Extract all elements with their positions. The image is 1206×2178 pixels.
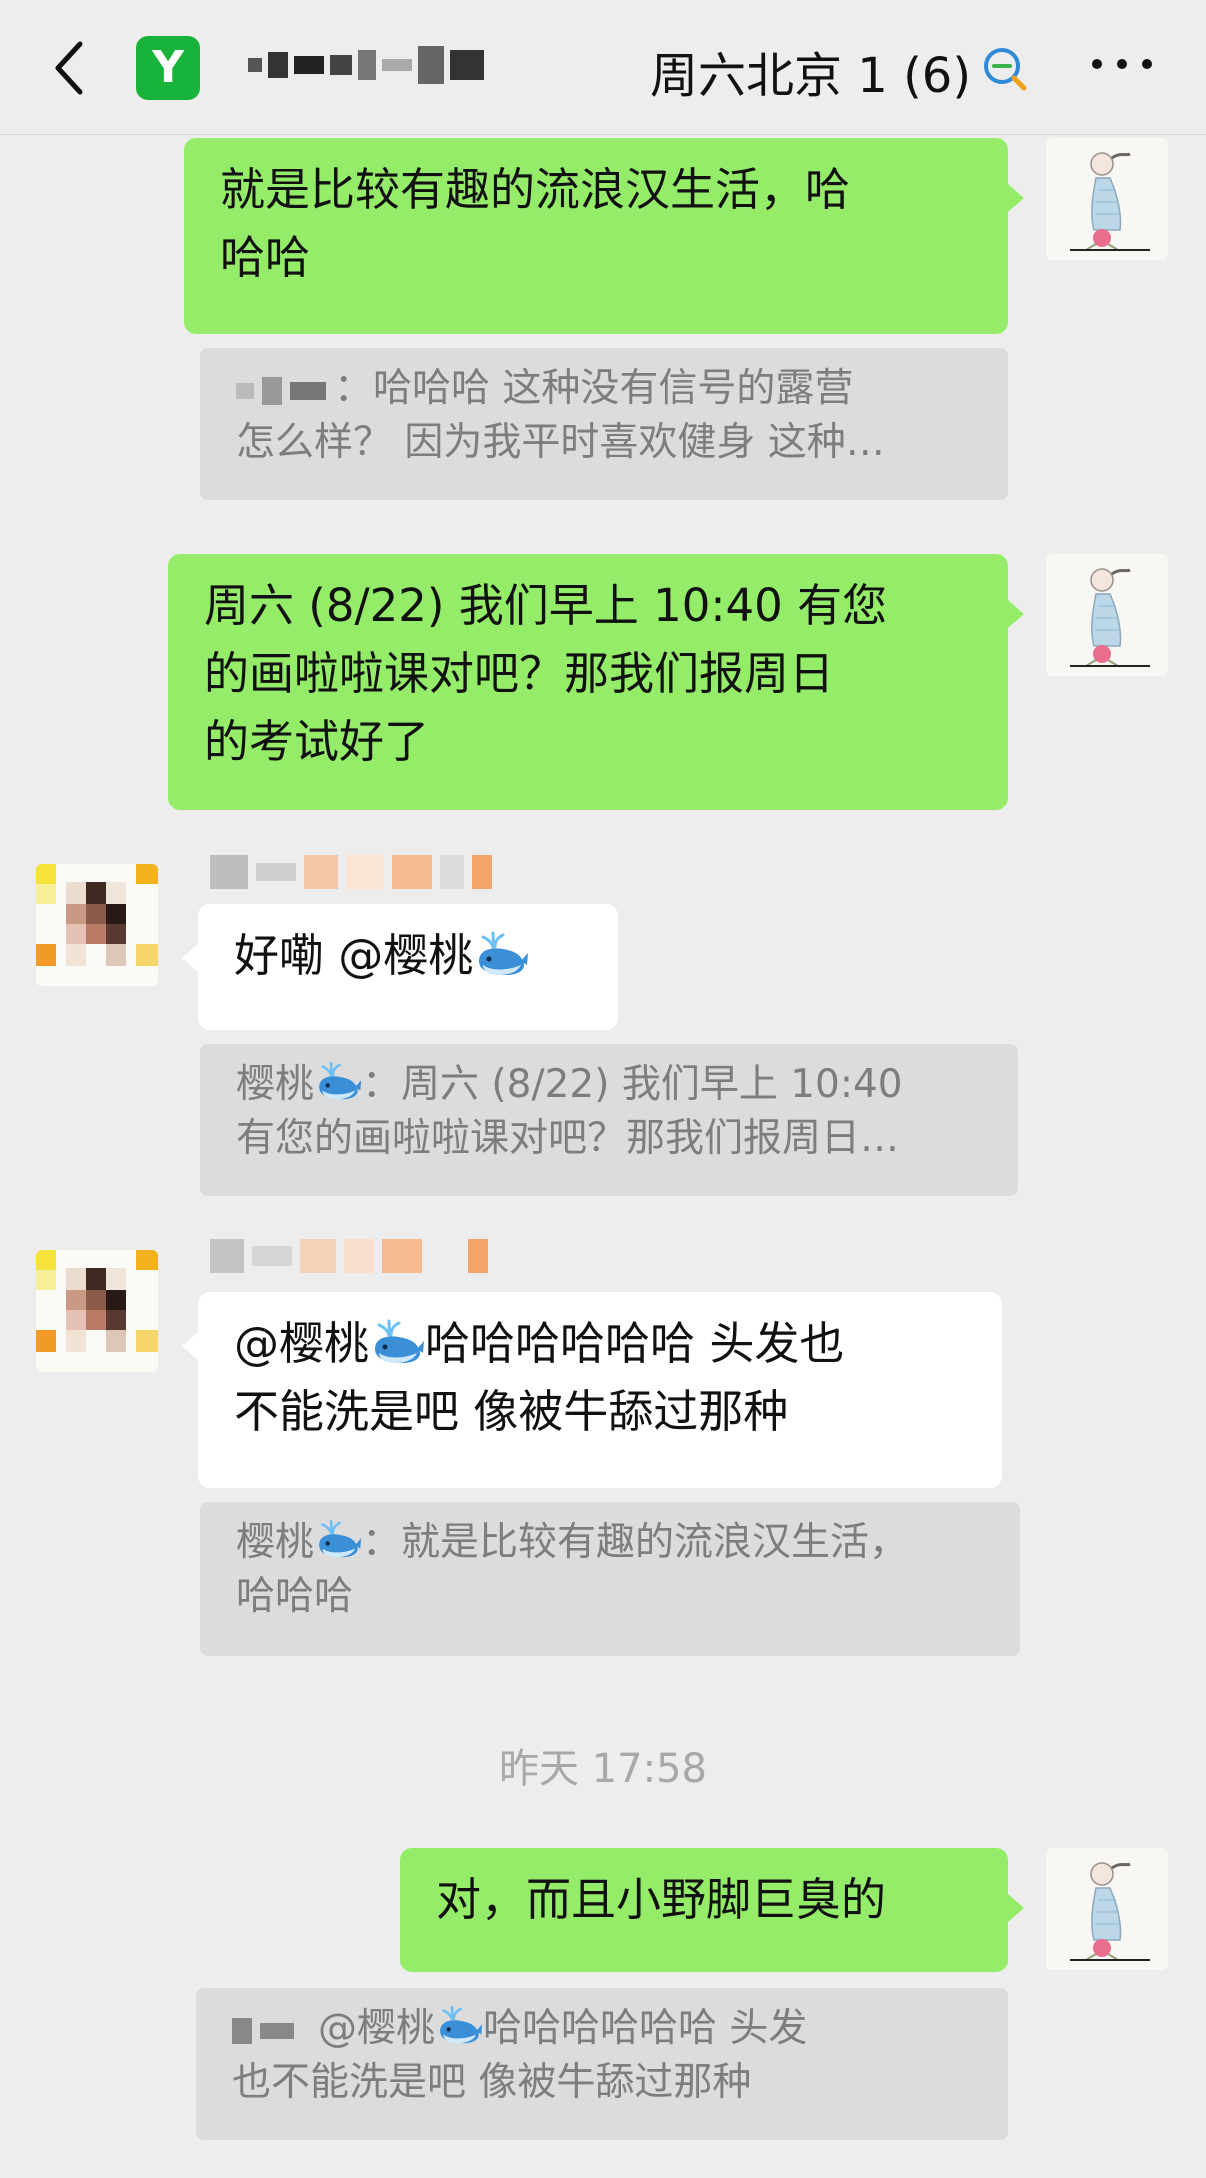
avatar-image [1046, 138, 1168, 260]
redacted-group-name [248, 46, 484, 84]
quoted-reply[interactable]: ：哈哈哈 这种没有信号的露营 怎么样？ 因为我平时喜欢健身 这种… [200, 348, 1008, 500]
redacted-sender-name [210, 852, 492, 892]
message-text: 的考试好了 [204, 715, 430, 768]
member-count: (6) [903, 48, 972, 104]
avatar[interactable] [1046, 138, 1168, 260]
message-bubble-mine[interactable]: 就是比较有趣的流浪汉生活，哈 哈哈 [184, 138, 1024, 334]
message-bubble-other[interactable]: 好嘞 @樱桃 [182, 904, 618, 1030]
message-bubble-mine[interactable]: 周六 (8/22) 我们早上 10:40 有您 的画啦啦课对吧？那我们报周日 的… [168, 554, 1024, 810]
message-bubble-mine[interactable]: 对，而且小野脚巨臭的 [400, 1848, 1024, 1972]
app-logo-icon: Y [136, 36, 200, 100]
avatar[interactable] [1046, 1848, 1168, 1970]
message-text: 周六 (8/22) 我们早上 10:40 有您 [204, 579, 888, 632]
whale-emoji-icon [314, 1519, 362, 1561]
quote-line: 也不能洗是吧 像被牛舔过那种 [232, 2060, 752, 2105]
more-icon-dot [1117, 59, 1127, 69]
message-text: 哈哈 [220, 231, 311, 284]
whale-emoji-icon [369, 1319, 425, 1367]
more-icon-dot [1142, 59, 1152, 69]
message-bubble-other[interactable]: @樱桃 哈哈哈哈哈哈 头发也 不能洗是吧 像被牛舔过那种 [182, 1292, 1002, 1488]
quote-line: 有您的画啦啦课对吧？那我们报周日… [236, 1116, 900, 1161]
avatar[interactable] [36, 864, 158, 986]
message-text: @樱桃 哈哈哈哈哈哈 头发也 [234, 1317, 845, 1370]
chat-title[interactable]: 周六北京 1 (6) [650, 36, 971, 106]
quote-line: 樱桃 ：周六 (8/22) 我们早上 10:40 [236, 1061, 903, 1107]
quote-line: 樱桃 ：就是比较有趣的流浪汉生活， [236, 1519, 909, 1565]
more-button[interactable] [1092, 44, 1152, 84]
whale-emoji-icon [473, 931, 529, 979]
chat-search-button[interactable] [980, 44, 1030, 94]
chevron-left-icon [55, 41, 83, 95]
avatar-image [36, 864, 158, 986]
message-text: 就是比较有趣的流浪汉生活，哈 [220, 163, 851, 216]
redacted-sender [236, 376, 326, 405]
whale-emoji-icon [314, 1061, 362, 1103]
quote-line: 哈哈哈 [236, 1574, 354, 1619]
avatar[interactable] [36, 1250, 158, 1372]
quote-line: @樱桃 哈哈哈哈哈哈 头发 [232, 2002, 972, 2056]
more-icon [1092, 59, 1102, 69]
quoted-reply[interactable]: 樱桃 ：周六 (8/22) 我们早上 10:40 有您的画啦啦课对吧？那我们报周日… [200, 1044, 1018, 1196]
chat-header: Y 周六北京 1 (6) [0, 0, 1206, 135]
avatar[interactable] [1046, 554, 1168, 676]
quoted-reply[interactable]: @樱桃 哈哈哈哈哈哈 头发 也不能洗是吧 像被牛舔过那种 [196, 1988, 1008, 2140]
message-text: 不能洗是吧 像被牛舔过那种 [234, 1385, 789, 1438]
message-text: 好嘞 @樱桃 [234, 929, 474, 982]
message-text: 对，而且小野脚巨臭的 [436, 1873, 887, 1926]
avatar-image [1046, 1848, 1168, 1970]
redacted-sender [232, 2017, 294, 2044]
chat-search-icon [984, 48, 1027, 91]
back-button[interactable] [46, 38, 96, 98]
whale-emoji-icon [435, 2005, 483, 2047]
quoted-reply[interactable]: 樱桃 ：就是比较有趣的流浪汉生活， 哈哈哈 [200, 1502, 1020, 1656]
avatar-image [36, 1250, 158, 1372]
message-text: 的画啦啦课对吧？那我们报周日 [204, 647, 835, 700]
quote-line: 怎么样？ 因为我平时喜欢健身 这种… [236, 420, 885, 465]
redacted-sender-name [210, 1236, 488, 1276]
time-divider: 昨天 17:58 [499, 1746, 707, 1792]
quote-line: ：哈哈哈 这种没有信号的露营 [236, 362, 972, 416]
avatar-image [1046, 554, 1168, 676]
